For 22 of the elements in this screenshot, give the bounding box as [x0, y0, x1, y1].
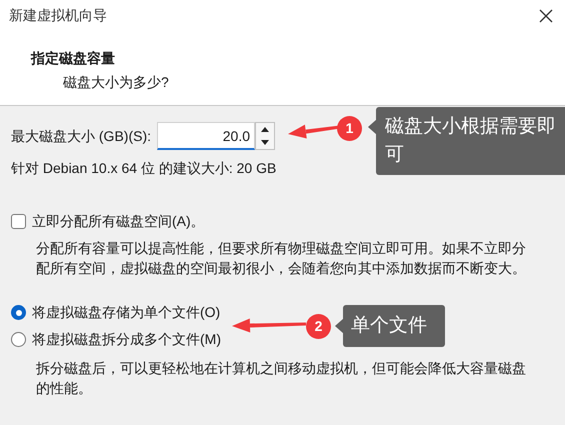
- spin-buttons[interactable]: [255, 122, 275, 150]
- radio-button[interactable]: [11, 332, 26, 347]
- callout-pointer: [335, 318, 344, 334]
- allocate-checkbox[interactable]: [11, 214, 26, 229]
- radio-label[interactable]: 将虚拟磁盘拆分成多个文件(M): [32, 329, 221, 350]
- step-number-badge: 2: [306, 314, 331, 339]
- split-description: 拆分磁盘后，可以更轻松地在计算机之间移动虚拟机，但可能会降低大容量磁盘的性能。: [36, 359, 527, 398]
- allocate-description: 分配所有容量可以提高性能，但要求所有物理磁盘空间立即可用。如果不立即分配所有空间，虚拟磁盘的空间最初很小，会随着您向其中添加数据而不断变大。: [36, 239, 527, 278]
- recommendation-text: 针对 Debian 10.x 64 位 的建议大小: 20 GB: [11, 159, 278, 178]
- close-icon[interactable]: [539, 8, 553, 22]
- disk-size-label: 最大磁盘大小 (GB)(S):: [11, 126, 151, 146]
- page-heading: 指定磁盘容量: [31, 49, 116, 68]
- radio-label[interactable]: 将虚拟磁盘存储为单个文件(O): [32, 302, 220, 323]
- callout: 磁盘大小根据需要即可: [376, 107, 565, 175]
- radio-button[interactable]: [11, 305, 26, 320]
- allocate-label[interactable]: 立即分配所有磁盘空间(A)。: [32, 211, 205, 232]
- disk-size-field[interactable]: 20.0: [157, 122, 255, 150]
- page-subtitle: 磁盘大小为多少?: [63, 73, 170, 92]
- callout: 单个文件: [343, 305, 445, 347]
- window-title: 新建虚拟机向导: [9, 6, 107, 25]
- callout-pointer: [368, 119, 377, 135]
- step-number-badge: 1: [337, 116, 362, 141]
